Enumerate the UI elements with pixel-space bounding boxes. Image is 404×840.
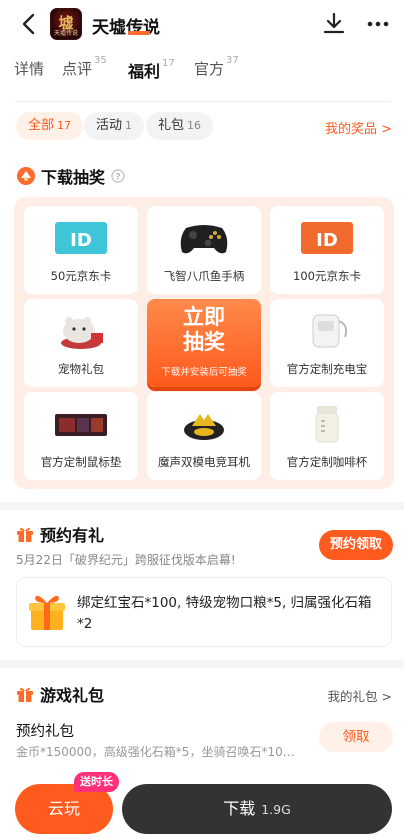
gift-pack-name: 预约礼包 xyxy=(16,724,74,740)
section-separator xyxy=(0,502,404,510)
help-icon[interactable]: ? xyxy=(111,169,125,183)
svg-text:ID: ID xyxy=(70,230,92,251)
draw-now-button[interactable]: 立即 抽奖 下载并安装后可抽奖 xyxy=(147,299,261,387)
coffee-cup-icon xyxy=(315,406,339,443)
bonus-time-badge: 送时长 xyxy=(74,772,119,792)
lottery-panel: ID 50元京东卡 飞智八爪鱼手柄 ID 100元京东卡 宠物礼包 立即 抽奖 … xyxy=(14,197,394,489)
earbuds-icon xyxy=(184,414,224,440)
game-gifts-section-title: 游戏礼包 xyxy=(16,682,104,706)
download-button[interactable]: 下载 1.9G xyxy=(122,784,392,834)
download-icon[interactable] xyxy=(322,11,346,35)
prize-coffee-cup: 官方定制咖啡杯 xyxy=(270,392,384,480)
lottery-icon xyxy=(17,167,35,185)
pet-bear-icon xyxy=(61,317,103,349)
claim-gift-button[interactable]: 领取 xyxy=(319,722,393,752)
bottom-action-bar: 云玩 送时长 下载 1.9G xyxy=(0,770,404,840)
reserve-claim-button[interactable]: 预约领取 xyxy=(319,530,393,560)
my-prizes-link[interactable]: 我的奖品 > xyxy=(325,118,392,137)
prize-gamepad: 飞智八爪鱼手柄 xyxy=(147,206,261,294)
app-icon: 墟 天墟传说 xyxy=(50,8,82,40)
filter-activities[interactable]: 活动 1 xyxy=(84,112,145,140)
section-separator xyxy=(0,660,404,668)
prize-mouse-pad: 官方定制鼠标垫 xyxy=(24,392,138,480)
jd-card-orange-icon: ID xyxy=(301,222,353,254)
filter-all[interactable]: 全部 17 xyxy=(16,112,84,140)
gift-icon xyxy=(17,687,33,702)
top-bar: 墟 天墟传说 天墟传说 xyxy=(0,0,404,48)
back-arrow-icon[interactable] xyxy=(18,12,40,36)
gift-box-icon xyxy=(29,595,65,630)
lottery-section-title: 下载抽奖 ? xyxy=(16,164,125,188)
tab-reviews[interactable]: 点评 35 xyxy=(62,55,107,79)
prize-jd-card-50: ID 50元京东卡 xyxy=(24,206,138,294)
tab-welfare[interactable]: 福利 17 xyxy=(128,58,175,82)
jd-card-blue-icon: ID xyxy=(55,222,107,254)
gift-pack-description: 金币*150000，高级强化石箱*5，坐骑召唤石*10，... xyxy=(16,745,306,759)
active-tab-indicator xyxy=(128,31,150,35)
divider xyxy=(14,101,390,102)
my-gifts-link[interactable]: 我的礼包 > xyxy=(328,686,392,705)
app-title: 天墟传说 xyxy=(92,18,160,38)
filter-gift-packs[interactable]: 礼包 16 xyxy=(146,112,214,140)
svg-text:?: ? xyxy=(115,173,120,183)
tab-details[interactable]: 详情 xyxy=(14,58,44,79)
prize-jd-card-100: ID 100元京东卡 xyxy=(270,206,384,294)
prize-power-bank: 官方定制充电宝 xyxy=(270,299,384,387)
tab-official[interactable]: 官方 37 xyxy=(194,55,239,79)
more-options-icon[interactable] xyxy=(367,14,389,34)
reservation-subtitle: 5月22日「破界纪元」跨服征伐版本启幕! xyxy=(16,553,236,567)
gift-icon xyxy=(17,527,33,542)
mouse-pad-icon xyxy=(55,414,107,436)
gamepad-icon xyxy=(180,225,228,254)
reservation-reward-card: 绑定红宝石*100, 特级宠物口粮*5, 归属强化石箱*2 xyxy=(16,577,392,647)
reservation-section-title: 预约有礼 xyxy=(16,522,104,546)
prize-pet-pack: 宠物礼包 xyxy=(24,299,138,387)
svg-text:ID: ID xyxy=(316,230,338,251)
power-bank-icon xyxy=(312,314,348,348)
prize-earbuds: 魔声双模电竞耳机 xyxy=(147,392,261,480)
reservation-reward-text: 绑定红宝石*100, 特级宠物口粮*5, 归属强化石箱*2 xyxy=(77,595,372,632)
